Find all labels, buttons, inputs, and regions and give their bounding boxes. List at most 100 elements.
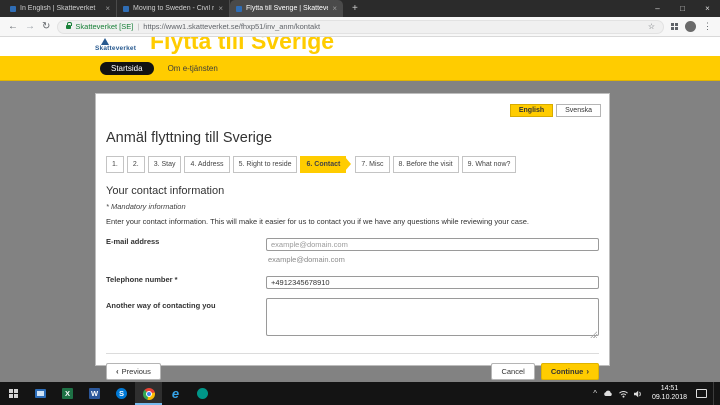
continue-button[interactable]: Continue ›	[540, 363, 599, 380]
bookmark-star-icon[interactable]: ☆	[648, 22, 655, 31]
clock-date: 09.10.2018	[651, 393, 687, 401]
tab-moving-to-sweden[interactable]: Moving to Sweden - Civil regist… ×	[117, 0, 230, 17]
mail-icon	[35, 389, 46, 398]
page-viewport: Skatteverket Flytta till Sverige Startsi…	[0, 37, 720, 382]
tab-title: Moving to Sweden - Civil regist…	[133, 5, 215, 12]
taskbar-chrome-app[interactable]	[135, 382, 162, 405]
language-switch: English Svenska	[509, 104, 601, 117]
start-button[interactable]	[0, 382, 27, 405]
footer-divider	[106, 353, 599, 354]
email-input[interactable]	[266, 238, 599, 251]
tab-strip: In English | Skatteverket × Moving to Sw…	[0, 0, 367, 17]
cancel-button[interactable]: Cancel	[491, 363, 535, 380]
tab-flytta-till-sverige[interactable]: Flytta till Sverige | Skatteverket ×	[230, 0, 343, 17]
taskbar-mail-app[interactable]	[27, 382, 54, 405]
tab-favicon	[123, 5, 129, 12]
phone-input[interactable]	[266, 276, 599, 289]
taskbar-excel-app[interactable]: X	[54, 382, 81, 405]
nav-om-etjansten-link[interactable]: Om e-tjänsten	[168, 64, 218, 73]
chevron-left-icon: ‹	[116, 366, 119, 376]
language-english-button[interactable]: English	[509, 104, 554, 117]
tab-favicon	[10, 5, 16, 12]
tab-in-english[interactable]: In English | Skatteverket ×	[4, 0, 117, 17]
site-header: Skatteverket Flytta till Sverige	[0, 37, 720, 56]
nav-startsida-button[interactable]: Startsida	[100, 61, 154, 75]
show-desktop-button[interactable]	[713, 382, 717, 405]
intro-text: Enter your contact information. This wil…	[106, 217, 529, 226]
page-background: English Svenska Anmäl flyttning till Sve…	[0, 81, 720, 382]
new-tab-button[interactable]: +	[343, 0, 367, 17]
reload-icon[interactable]: ↻	[42, 21, 50, 32]
close-tab-icon[interactable]: ×	[332, 4, 337, 13]
step-1[interactable]: 1.	[106, 156, 124, 173]
close-window-button[interactable]: ×	[695, 0, 720, 17]
secure-site-label: Skatteverket [SE]	[75, 22, 134, 31]
previous-button-label: Previous	[121, 367, 151, 376]
form-footer: ‹ Previous Cancel Continue ›	[106, 363, 599, 380]
extensions-icon[interactable]	[671, 23, 678, 30]
maximize-button[interactable]: □	[670, 0, 695, 17]
page-title: Anmäl flyttning till Sverige	[106, 130, 273, 146]
step-4-address[interactable]: 4. Address	[184, 156, 230, 173]
other-contact-textarea[interactable]	[266, 298, 599, 336]
step-8-before-the-visit[interactable]: 8. Before the visit	[392, 156, 459, 173]
continue-button-label: Continue	[550, 367, 584, 376]
taskbar-edge-app[interactable]: e	[162, 382, 189, 405]
skatteverket-logo-text: Skatteverket	[95, 45, 137, 52]
mandatory-note: * Mandatory information	[106, 202, 186, 211]
address-separator: |	[137, 22, 140, 31]
section-title: Your contact information	[106, 185, 225, 197]
close-tab-icon[interactable]: ×	[105, 4, 110, 13]
skatteverket-logo-icon	[101, 38, 109, 45]
minimize-button[interactable]: –	[645, 0, 670, 17]
taskbar-clock[interactable]: 14:51 09.10.2018	[649, 385, 690, 403]
step-3-stay[interactable]: 3. Stay	[147, 156, 182, 173]
secure-lock-icon	[66, 21, 73, 29]
tray-expand-icon[interactable]: ^	[593, 389, 597, 398]
cancel-button-label: Cancel	[501, 367, 525, 376]
language-svenska-button[interactable]: Svenska	[556, 104, 601, 117]
taskbar-teams-app[interactable]	[189, 382, 216, 405]
step-9-what-now[interactable]: 9. What now?	[461, 156, 517, 173]
step-6-contact[interactable]: 6. Contact	[300, 156, 352, 173]
windows-logo-icon	[9, 389, 18, 398]
system-tray: ^ 14:51 09.10.2018	[593, 382, 720, 405]
chrome-icon	[142, 387, 155, 400]
address-bar[interactable]: Skatteverket [SE] | https://www1.skattev…	[57, 19, 664, 34]
phone-label: Telephone number *	[106, 275, 178, 284]
site-header-title: Flytta till Sverige	[150, 37, 335, 54]
email-label: E-mail address	[106, 237, 160, 246]
taskbar-skype-app[interactable]: S	[108, 382, 135, 405]
onedrive-cloud-icon[interactable]	[603, 390, 613, 397]
close-tab-icon[interactable]: ×	[218, 4, 223, 13]
profile-avatar[interactable]	[685, 21, 696, 32]
forward-icon[interactable]: →	[25, 21, 35, 32]
step-5-right-to-reside[interactable]: 5. Right to reside	[232, 156, 298, 173]
form-card: English Svenska Anmäl flyttning till Sve…	[95, 93, 610, 380]
tab-title: Flytta till Sverige | Skatteverket	[246, 5, 328, 12]
email-helper-text: example@domain.com	[268, 255, 345, 264]
edge-icon: e	[171, 386, 180, 401]
step-navigation: 1. 2. 3. Stay 4. Address 5. Right to res…	[106, 156, 599, 173]
excel-icon: X	[62, 388, 73, 399]
phone-field-cell	[266, 272, 599, 290]
network-wifi-icon[interactable]	[619, 390, 628, 398]
browser-titlebar: In English | Skatteverket × Moving to Sw…	[0, 0, 720, 17]
browser-menu-icon[interactable]: ⋮	[703, 21, 712, 32]
action-center-icon[interactable]	[696, 389, 707, 398]
step-2[interactable]: 2.	[126, 156, 145, 173]
skatteverket-logo[interactable]: Skatteverket	[95, 38, 136, 52]
volume-icon[interactable]	[633, 390, 643, 398]
email-field-cell: example@domain.com	[266, 234, 599, 264]
page-url: https://www1.skatteverket.se/fhxp51/inv_…	[143, 22, 321, 31]
back-icon[interactable]: ←	[8, 21, 18, 32]
browser-toolbar: ← → ↻ Skatteverket [SE] | https://www1.s…	[0, 17, 720, 37]
step-7-misc[interactable]: 7. Misc	[355, 156, 390, 173]
screen: In English | Skatteverket × Moving to Sw…	[0, 0, 720, 405]
window-controls: – □ ×	[645, 0, 720, 17]
chevron-right-icon: ›	[586, 366, 589, 376]
clock-time: 14:51	[660, 384, 679, 392]
other-contact-label: Another way of contacting you	[106, 301, 216, 310]
previous-button[interactable]: ‹ Previous	[106, 363, 161, 380]
taskbar-word-app[interactable]: W	[81, 382, 108, 405]
